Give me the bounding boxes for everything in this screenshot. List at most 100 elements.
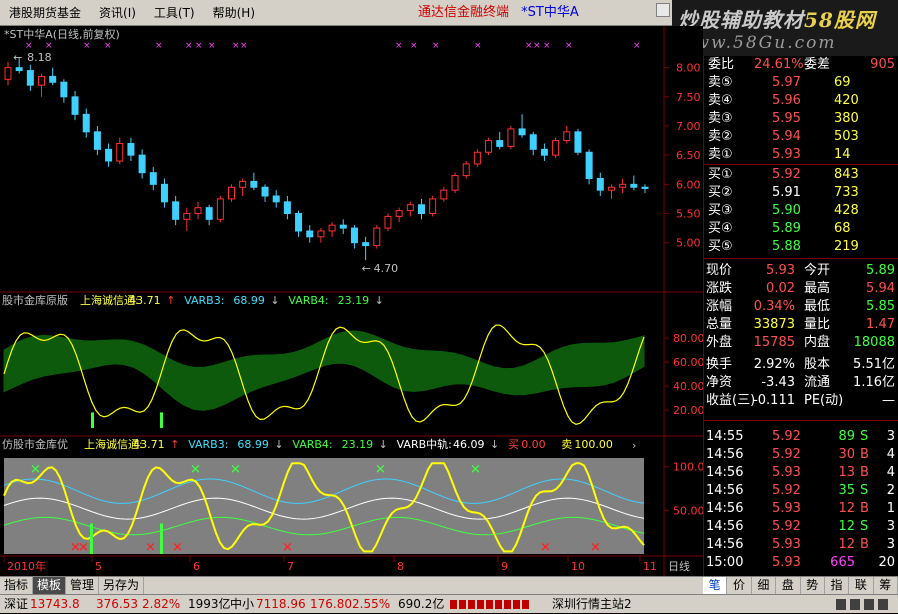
- quote-tab[interactable]: 笔: [703, 577, 728, 594]
- quote-value: 15785: [753, 335, 795, 350]
- minimize-icon[interactable]: [656, 3, 670, 17]
- candle-body: [272, 195, 280, 203]
- trade-side: S: [860, 429, 869, 444]
- signal-star-icon: ×: [410, 41, 418, 51]
- quote-tab[interactable]: 联: [849, 577, 874, 594]
- price-tick-label: 6.50: [676, 149, 701, 162]
- quote-tab[interactable]: 细: [752, 577, 777, 594]
- signal-star-icon: ×: [432, 41, 440, 51]
- indicator2-name: 仿股市金库优: [2, 437, 68, 451]
- buy-level-label: 买③: [708, 203, 733, 218]
- indicator-tab[interactable]: 指标: [0, 577, 34, 594]
- price-tick-label: 7.00: [676, 120, 701, 133]
- candle-body: [138, 154, 146, 174]
- indicator2-legend: 仿股市金库优 上海诚信通:43.71 ↑ VARB3: 68.99 ↓ VARB4: 23.…: [2, 437, 613, 451]
- candle-body: [529, 134, 537, 150]
- menu-item-hk-futures[interactable]: 港股期货基金: [0, 0, 90, 26]
- sell-row: 卖⑤ 5.97 69: [704, 74, 898, 92]
- menu-item-tools[interactable]: 工具(T): [145, 0, 204, 26]
- buy-mark-icon: ✕: [470, 463, 481, 478]
- buy-mark-icon: ✕: [375, 463, 386, 478]
- buy-level-label: 买②: [708, 185, 733, 200]
- signal-star-icon: ×: [104, 41, 112, 51]
- indicator-tab[interactable]: 模板: [33, 577, 67, 594]
- quote-row: 总量 33873 量比 1.47: [704, 316, 898, 334]
- trade-volume: 665: [830, 555, 855, 570]
- sell-level-label: 卖③: [708, 111, 733, 126]
- menu-item-help[interactable]: 帮助(H): [204, 0, 264, 26]
- sell-mark-icon: ✕: [540, 540, 551, 555]
- legend-arrow-icon: ↓: [274, 438, 283, 451]
- expand-chevron-icon[interactable]: ›: [632, 439, 636, 452]
- trade-side: B: [860, 501, 869, 516]
- indicator-tab[interactable]: 管理: [66, 577, 100, 594]
- time-tick-label: 7: [287, 560, 294, 573]
- buy-row: 买② 5.91 733: [704, 184, 898, 202]
- buy-price: 5.92: [772, 167, 801, 182]
- legend-label: VARB3:: [184, 294, 224, 307]
- sz-index-change: 376.53: [96, 597, 138, 611]
- buy-mark-icon: ✕: [230, 463, 241, 478]
- quote-value: 0.34%: [753, 299, 795, 314]
- trade-side: B: [860, 465, 869, 480]
- buy-row: 买① 5.92 843: [704, 166, 898, 184]
- signal-star-icon: ×: [543, 41, 551, 51]
- trade-time: 14:56: [706, 447, 744, 462]
- legend-arrow-icon: ↓: [379, 438, 388, 451]
- quote-row: 涨幅 0.34% 最低 5.85: [704, 298, 898, 316]
- trade-side: B: [860, 537, 869, 552]
- candle-body: [306, 230, 314, 238]
- legend-arrow-icon: ↑: [170, 438, 179, 451]
- quote-label: 内盘: [804, 335, 831, 350]
- candle-body: [451, 175, 459, 191]
- chart-area[interactable]: *ST中华A(日线,前复权) × × × × × × × × × × × × × × × × × × × 8.007…: [0, 26, 703, 576]
- trade-row: 14:56 5.92 30 B 4: [704, 446, 898, 464]
- tool-icons[interactable]: [836, 599, 892, 610]
- quote-panel: 委比 24.61% 委差 905 卖⑤ 5.97 69 卖④ 5.96 420 卖③ 5.95…: [703, 56, 898, 576]
- legend-label: VARB3:: [188, 438, 228, 451]
- candle-body: [373, 227, 381, 247]
- trade-volume: 12: [838, 519, 855, 534]
- indicator-tab[interactable]: 另存为: [99, 577, 145, 594]
- buy-bar: [91, 412, 94, 428]
- time-tick-label: 6: [193, 560, 200, 573]
- candle-body: [574, 131, 582, 153]
- period-label[interactable]: 日线: [668, 559, 690, 573]
- quote-tab[interactable]: 筹: [874, 577, 898, 594]
- sell-mark-icon: ✕: [145, 540, 156, 555]
- trade-time: 15:00: [706, 555, 744, 570]
- signal-star-icon: ×: [45, 41, 53, 51]
- candle-body: [440, 189, 448, 200]
- menu-item-info[interactable]: 资讯(I): [90, 0, 145, 26]
- quote-value: 1.47: [866, 317, 895, 332]
- trade-count: 1: [886, 501, 895, 516]
- trade-volume: 89: [838, 429, 855, 444]
- sell-volume: 380: [834, 111, 859, 126]
- quote-row: 现价 5.93 今开 5.89: [704, 262, 898, 280]
- candle-body: [239, 180, 247, 188]
- quote-tab[interactable]: 价: [727, 577, 752, 594]
- legend-label: 买: [508, 438, 519, 451]
- legend-value: 43.71: [129, 294, 161, 307]
- quote-label: 最高: [804, 281, 831, 296]
- quote-value: 5.94: [866, 281, 895, 296]
- sell-price: 5.93: [772, 147, 801, 162]
- sell-row: 卖① 5.93 14: [704, 146, 898, 164]
- server-name[interactable]: 深圳行情主站2: [552, 595, 632, 614]
- quote-tab[interactable]: 势: [801, 577, 825, 594]
- candle-body: [317, 230, 325, 238]
- quote-label: PE(动): [804, 393, 844, 408]
- quote-tab[interactable]: 指: [825, 577, 850, 594]
- quote-value: -3.43: [761, 375, 795, 390]
- quote-value: -0.111: [753, 393, 795, 408]
- price-tick-label: 5.00: [676, 237, 701, 250]
- indicator-tabs: 指标 模板 管理 另存为: [0, 576, 703, 594]
- candle-body: [183, 213, 191, 220]
- candle-body: [417, 204, 425, 214]
- sz-index-percent: 2.82%: [142, 597, 181, 611]
- quote-tab[interactable]: 盘: [776, 577, 801, 594]
- quote-label: 最低: [804, 299, 831, 314]
- signal-star-icon: ×: [474, 41, 482, 51]
- quote-label: 现价: [706, 263, 733, 278]
- trade-time: 14:55: [706, 429, 744, 444]
